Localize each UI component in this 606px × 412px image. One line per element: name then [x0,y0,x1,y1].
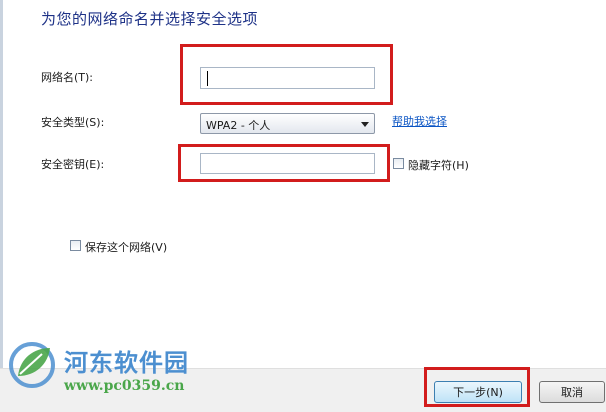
help-me-choose-link[interactable]: 帮助我选择 [392,113,447,129]
watermark-url: www.pc0359.cn [64,378,185,394]
security-type-label: 安全类型(S): [41,116,105,129]
cancel-button[interactable]: 取消 [539,381,605,403]
security-key-label: 安全密钥(E): [41,158,105,171]
security-type-select[interactable]: WPA2 - 个人 [200,113,375,134]
save-network-checkbox[interactable] [70,240,81,251]
window-left-edge [0,0,3,411]
save-network-label: 保存这个网络(V) [85,241,168,254]
network-name-label: 网络名(T): [41,71,94,84]
page-title: 为您的网络命名并选择安全选项 [41,10,259,28]
hide-characters-label: 隐藏字符(H) [408,159,469,172]
hide-characters-checkbox[interactable] [393,158,404,169]
highlight-network-name [180,44,393,105]
watermark-title: 河东软件园 [64,348,189,377]
highlight-security-key [178,144,390,182]
security-type-value: WPA2 - 个人 [206,119,271,132]
chevron-down-icon [361,122,369,127]
highlight-next-button [424,367,530,407]
leaf-logo-icon [9,342,55,388]
